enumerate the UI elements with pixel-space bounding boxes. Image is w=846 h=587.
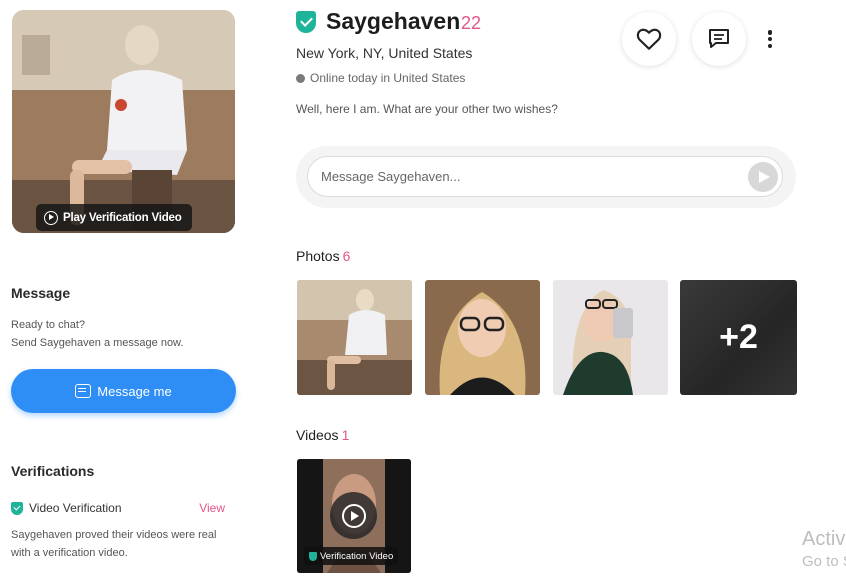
message-subtext-2: Send Saygehaven a message now. (11, 337, 184, 349)
online-status-text: Online today in United States (310, 71, 466, 85)
more-vertical-icon[interactable] (766, 30, 774, 48)
play-icon (341, 503, 366, 528)
verified-shield-icon (296, 11, 316, 33)
profile-photo[interactable]: Play Verification Video (12, 10, 235, 233)
message-subtext-1: Ready to chat? (11, 319, 85, 331)
video-verification-row: Video Verification View (11, 501, 225, 515)
verifications-heading: Verifications (11, 463, 95, 479)
profile-name: Saygehaven (326, 8, 461, 34)
verified-shield-icon (11, 501, 23, 515)
videos-title: Videos 1 (296, 427, 349, 443)
more-photos-label: +2 (719, 318, 758, 356)
message-input[interactable] (307, 156, 783, 197)
online-status: Online today in United States (296, 71, 465, 85)
photo-1-image (297, 280, 412, 395)
video-verification-label: Video Verification (29, 501, 122, 515)
photos-title: Photos 6 (296, 248, 350, 264)
video-thumbnail[interactable]: Verification Video (297, 459, 411, 573)
view-verification-link[interactable]: View (199, 501, 225, 515)
videos-title-label: Videos (296, 427, 339, 443)
chat-button[interactable] (692, 12, 746, 66)
play-icon (44, 210, 58, 225)
message-composer (296, 146, 796, 208)
verification-desc-1: Saygehaven proved their videos were real (11, 529, 217, 541)
photos-count: 6 (342, 248, 351, 264)
chat-icon (709, 29, 729, 48)
photo-thumbnail-1[interactable] (297, 280, 412, 395)
profile-photo-image (12, 10, 235, 233)
verification-desc-2: with a verification video. (11, 547, 128, 559)
activation-watermark-line1: Activ (802, 528, 846, 550)
photo-2-image (425, 280, 540, 395)
verification-video-badge: Verification Video (304, 547, 399, 565)
heart-icon (636, 28, 662, 50)
message-me-label: Message me (97, 383, 172, 399)
like-button[interactable] (622, 12, 676, 66)
profile-age: 22 (461, 13, 482, 33)
photo-thumbnail-3[interactable] (553, 280, 668, 395)
play-verification-label: Play Verification Video (63, 211, 182, 224)
verified-shield-icon (309, 551, 317, 561)
photo-thumbnail-more[interactable]: +2 (680, 280, 797, 395)
status-dot-icon (296, 73, 305, 83)
activation-watermark-line2: Go to S (802, 553, 846, 570)
videos-count: 1 (341, 427, 350, 443)
photo-3-image (553, 280, 668, 395)
verification-video-badge-label: Verification Video (320, 550, 394, 562)
photos-title-label: Photos (296, 248, 340, 264)
play-verification-video-button[interactable]: Play Verification Video (36, 204, 192, 231)
send-icon[interactable] (748, 162, 778, 192)
photo-thumbnail-2[interactable] (425, 280, 540, 395)
message-me-button[interactable]: Message me (11, 369, 236, 413)
chat-icon (75, 384, 92, 398)
message-heading: Message (11, 285, 71, 301)
profile-bio: Well, here I am. What are your other two… (296, 102, 558, 116)
play-video-button[interactable] (330, 492, 377, 539)
profile-location: New York, NY, United States (296, 45, 473, 61)
